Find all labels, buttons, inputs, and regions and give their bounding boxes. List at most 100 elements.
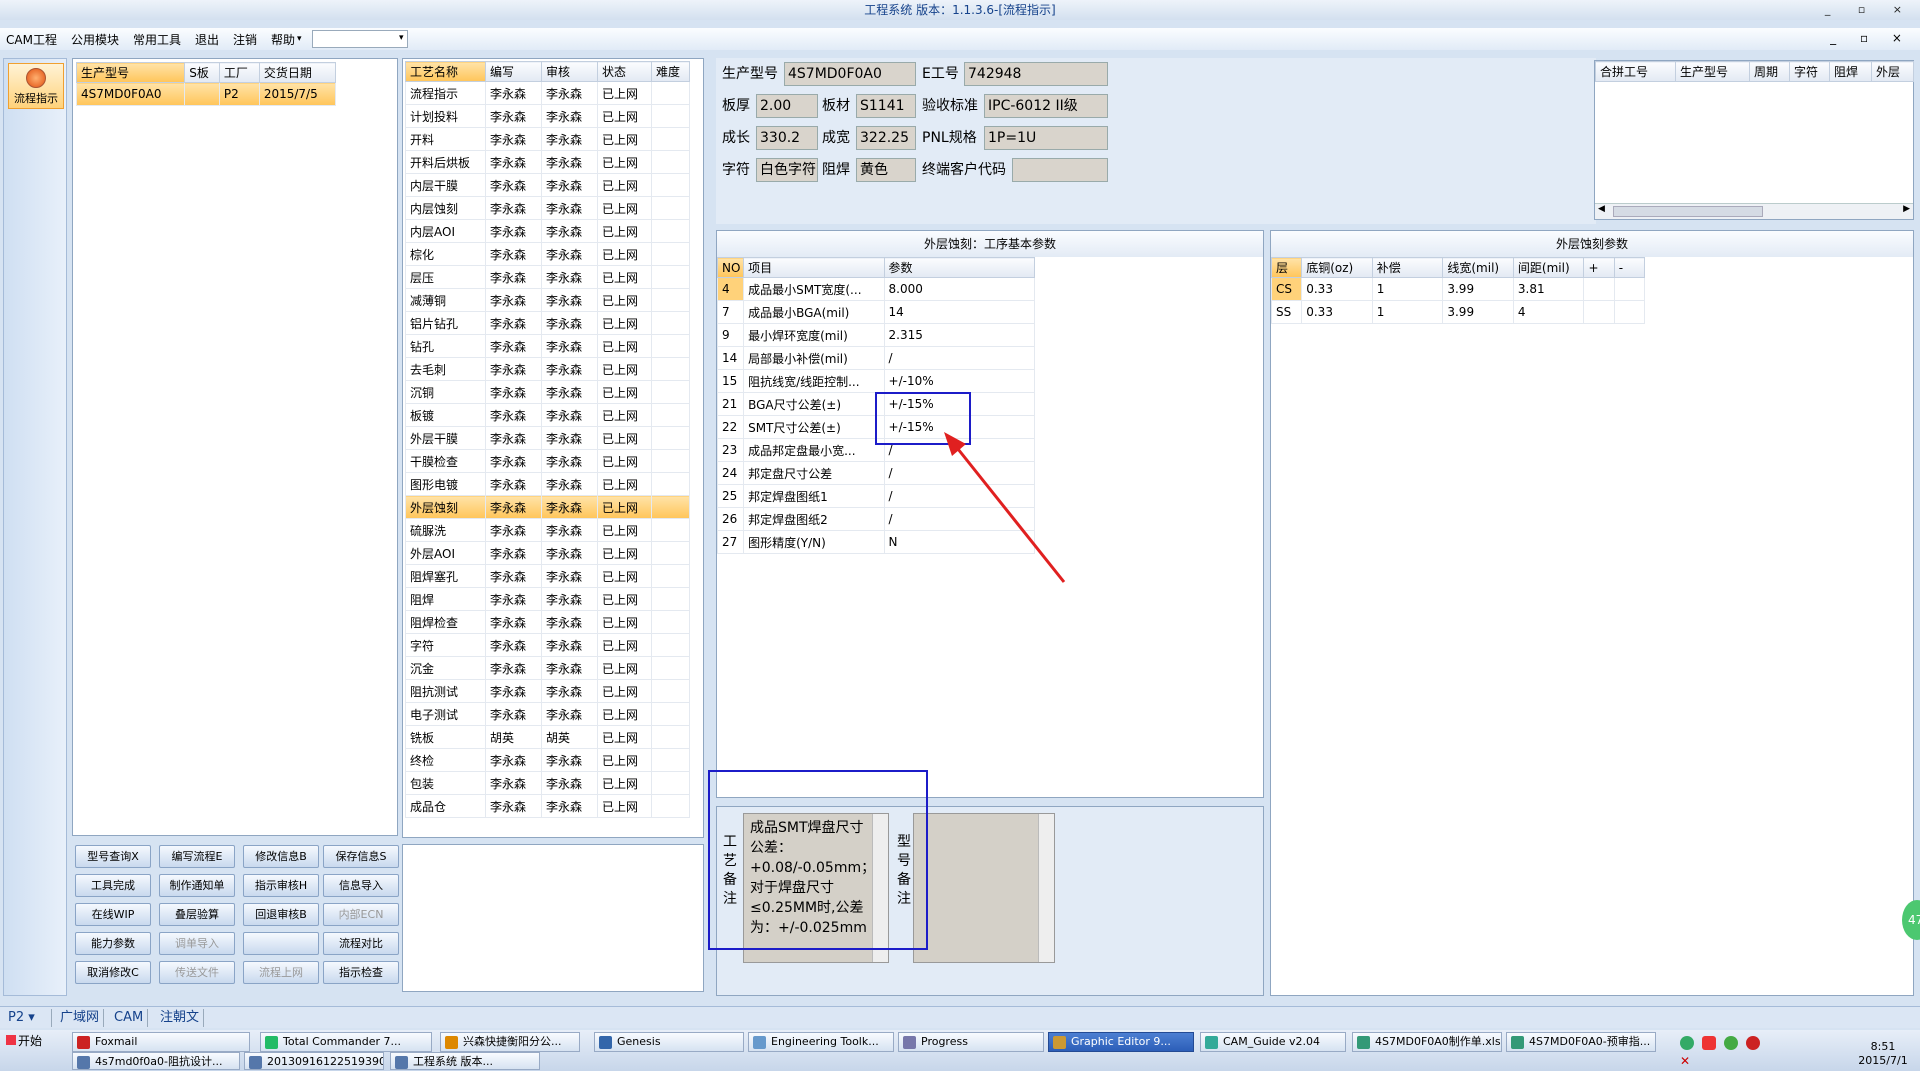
process-col-header[interactable]: 状态: [597, 61, 652, 82]
process-col-header[interactable]: 工艺名称: [405, 61, 486, 82]
param-col-header[interactable]: NO: [716, 257, 745, 278]
table-row[interactable]: 阻焊 李永森 李永森 已上网: [405, 587, 690, 611]
status-cam[interactable]: CAM: [110, 1009, 149, 1027]
merge-col-header[interactable]: 周期: [1749, 61, 1790, 82]
etch-col-header[interactable]: 补偿: [1371, 257, 1444, 278]
table-row[interactable]: 开料 李永森 李永森 已上网: [405, 127, 690, 151]
taskbar-button[interactable]: Total Commander 7...: [260, 1032, 432, 1052]
table-row[interactable]: 9 最小焊环宽度(mil) 2.315: [716, 323, 1036, 347]
table-row[interactable]: 去毛刺 李永森 李永森 已上网: [405, 357, 690, 381]
tray-network-error-icon[interactable]: ✕: [1680, 1054, 1690, 1068]
merge-col-header[interactable]: 生产型号: [1675, 61, 1750, 82]
clock[interactable]: 8:51 2015/7/1: [1850, 1040, 1916, 1068]
table-row[interactable]: 电子测试 李永森 李永森 已上网: [405, 702, 690, 726]
taskbar-button[interactable]: CAM_Guide v2.04: [1200, 1032, 1346, 1052]
etch-col-header[interactable]: +: [1583, 257, 1615, 278]
table-row[interactable]: 内层蚀刻 李永森 李永森 已上网: [405, 196, 690, 220]
table-row[interactable]: 阻焊塞孔 李永森 李永森 已上网: [405, 564, 690, 588]
menu-logout[interactable]: 注销: [233, 31, 257, 48]
tray-shield-icon[interactable]: [1680, 1036, 1694, 1050]
action-button[interactable]: 叠层验算: [159, 903, 235, 926]
table-row[interactable]: 外层AOI 李永森 李永森 已上网: [405, 541, 690, 565]
flow-indicator-button[interactable]: 流程指示: [8, 63, 64, 109]
table-row[interactable]: 钻孔 李永森 李永森 已上网: [405, 334, 690, 358]
menu-help[interactable]: 帮助: [271, 31, 295, 48]
action-button[interactable]: 制作通知单: [159, 874, 235, 897]
order-col-header[interactable]: 工厂: [218, 62, 260, 83]
action-button[interactable]: 在线WIP: [75, 903, 151, 926]
table-row[interactable]: 开料后烘板 李永森 李永森 已上网: [405, 150, 690, 174]
action-button[interactable]: 内部ECN: [323, 903, 399, 926]
order-col-header[interactable]: S板: [184, 62, 220, 83]
scroll-left-icon[interactable]: ◀: [1598, 204, 1605, 214]
table-row[interactable]: 减薄铜 李永森 李永森 已上网: [405, 288, 690, 312]
scroll-right-icon[interactable]: ▶: [1903, 204, 1910, 214]
table-row[interactable]: 流程指示 李永森 李永森 已上网: [405, 81, 690, 105]
action-button[interactable]: 指示检查: [323, 961, 399, 984]
prod-model-field[interactable]: 4S7MD0F0A0: [784, 62, 916, 86]
tray-security-icon[interactable]: [1746, 1036, 1760, 1050]
action-button[interactable]: 调单导入: [159, 932, 235, 955]
taskbar-button[interactable]: Graphic Editor 9...: [1048, 1032, 1194, 1052]
table-row[interactable]: 7 成品最小BGA(mil) 14: [716, 300, 1036, 324]
action-button[interactable]: 型号查询X: [75, 845, 151, 868]
action-button[interactable]: 信息导入: [323, 874, 399, 897]
table-row[interactable]: 铝片钻孔 李永森 李永森 已上网: [405, 311, 690, 335]
menu-cam[interactable]: CAM工程: [6, 31, 57, 48]
taskbar-button[interactable]: Progress: [898, 1032, 1044, 1052]
thick-field[interactable]: 2.00: [756, 94, 818, 118]
table-row[interactable]: 层压 李永森 李永森 已上网: [405, 265, 690, 289]
table-row[interactable]: 成品仓 李永森 李永森 已上网: [405, 794, 690, 818]
merge-col-header[interactable]: 阻焊: [1829, 61, 1872, 82]
table-row[interactable]: 阻焊检查 李永森 李永森 已上网: [405, 610, 690, 634]
table-row[interactable]: 4S7MD0F0A0 P2 2015/7/5: [75, 82, 337, 106]
table-row[interactable]: 阻抗测试 李永森 李永森 已上网: [405, 679, 690, 703]
taskbar-button[interactable]: 4S7MD0F0A0制作单.xls: [1352, 1032, 1502, 1052]
taskbar-button[interactable]: 工程系统 版本...: [390, 1052, 540, 1070]
etch-col-header[interactable]: 间距(mil): [1512, 257, 1585, 278]
mask-field[interactable]: 黄色: [856, 158, 916, 182]
table-row[interactable]: 干膜检查 李永森 李永森 已上网: [405, 449, 690, 473]
taskbar-button[interactable]: 兴森快捷衡阳分公...: [440, 1032, 580, 1052]
etch-col-header[interactable]: 层: [1270, 257, 1303, 278]
mdi-window-controls[interactable]: _ ▫ ×: [1830, 31, 1912, 45]
merge-col-header[interactable]: 合拼工号: [1595, 61, 1676, 82]
menu-tools[interactable]: 常用工具: [133, 31, 181, 48]
taskbar-button[interactable]: Engineering Toolk...: [748, 1032, 894, 1052]
table-row[interactable]: 沉铜 李永森 李永森 已上网: [405, 380, 690, 404]
table-row[interactable]: 铣板 胡英 胡英 已上网: [405, 725, 690, 749]
action-button[interactable]: 保存信息S: [323, 845, 399, 868]
tray-app-icon[interactable]: [1702, 1036, 1716, 1050]
taskbar-button[interactable]: 4s7md0f0a0-阻抗设计...: [72, 1052, 240, 1070]
action-button[interactable]: 修改信息B: [243, 845, 319, 868]
action-button[interactable]: 指示审核H: [243, 874, 319, 897]
table-row[interactable]: 终检 李永森 李永森 已上网: [405, 748, 690, 772]
status-p2[interactable]: P2 ▾: [4, 1009, 52, 1027]
table-row[interactable]: 沉金 李永森 李永森 已上网: [405, 656, 690, 680]
eno-field[interactable]: 742948: [964, 62, 1108, 86]
table-row[interactable]: 硫脲洗 李永森 李永森 已上网: [405, 518, 690, 542]
action-button[interactable]: 编写流程E: [159, 845, 235, 868]
window-controls[interactable]: _ ▫ ×: [1825, 0, 1914, 20]
scroll-thumb[interactable]: [1613, 206, 1763, 217]
process-col-header[interactable]: 审核: [541, 61, 598, 82]
pnl-field[interactable]: 1P=1U: [984, 126, 1108, 150]
etch-col-header[interactable]: 底铜(oz): [1301, 257, 1373, 278]
table-row[interactable]: 14 局部最小补偿(mil) /: [716, 346, 1036, 370]
mat-field[interactable]: S1141: [856, 94, 916, 118]
param-col-header[interactable]: 参数: [883, 257, 1036, 278]
action-button[interactable]: 工具完成: [75, 874, 151, 897]
action-button[interactable]: 流程对比: [323, 932, 399, 955]
merge-col-header[interactable]: 外层: [1871, 61, 1914, 82]
merge-col-header[interactable]: 字符: [1789, 61, 1830, 82]
table-row[interactable]: 4 成品最小SMT宽度(... 8.000: [716, 277, 1036, 301]
model-remark-scrollbar[interactable]: [1038, 814, 1054, 962]
table-row[interactable]: 内层AOI 李永森 李永森 已上网: [405, 219, 690, 243]
taskbar-button[interactable]: Genesis: [594, 1032, 744, 1052]
process-col-header[interactable]: 难度: [651, 61, 690, 82]
action-button[interactable]: 能力参数: [75, 932, 151, 955]
table-row[interactable]: 外层干膜 李永森 李永森 已上网: [405, 426, 690, 450]
table-row[interactable]: 字符 李永森 李永森 已上网: [405, 633, 690, 657]
char-field[interactable]: 白色字符: [756, 158, 818, 182]
status-wan[interactable]: 广域网: [56, 1009, 105, 1027]
